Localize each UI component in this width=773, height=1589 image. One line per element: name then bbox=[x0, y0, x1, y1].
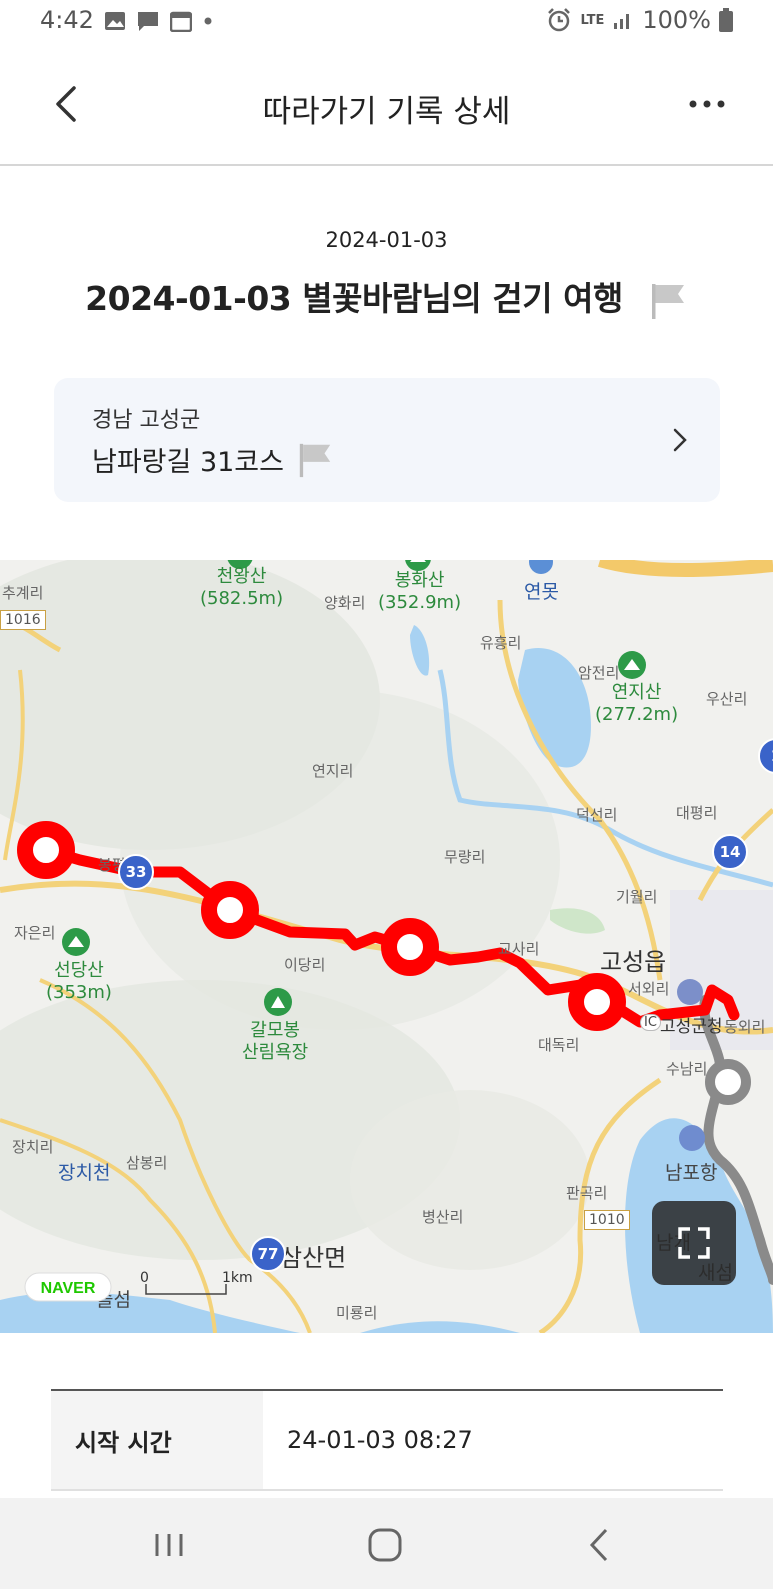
status-right: LTE 100% bbox=[546, 6, 733, 34]
map-label-mountain: 선당산 (353m) bbox=[46, 960, 112, 1003]
map-label-village: 미룡리 bbox=[336, 1304, 378, 1322]
record-title: 2024-01-03 별꽃바람님의 걷기 여행 bbox=[85, 279, 623, 318]
facility-icon bbox=[677, 979, 703, 1005]
mountain-icon bbox=[264, 988, 292, 1016]
map-label-village: 기월리 bbox=[616, 888, 658, 906]
map-label-pond: 연못 bbox=[524, 581, 559, 603]
map-label-village: 무량리 bbox=[444, 848, 486, 866]
fullscreen-button[interactable] bbox=[652, 1201, 736, 1285]
map-label-village: 덕선리 bbox=[576, 806, 618, 824]
map-label-village: 대평리 bbox=[676, 804, 718, 822]
map-label-mountain: 천왕산 (582.5m) bbox=[200, 566, 284, 609]
alarm-icon bbox=[548, 8, 571, 32]
page-title: 따라가기 기록 상세 bbox=[262, 94, 511, 130]
record-date: 2024-01-03 bbox=[325, 228, 448, 252]
mountain-icon bbox=[618, 651, 646, 679]
map-label-town: 삼산면 bbox=[280, 1244, 347, 1272]
map-label-mountain: 봉화산 (352.9m) bbox=[378, 570, 462, 613]
system-nav-bar bbox=[0, 1498, 773, 1589]
course-name: 남파랑길 31코스 bbox=[92, 447, 284, 478]
map-label-town: 고성읍 bbox=[600, 948, 667, 976]
gallery-icon bbox=[105, 12, 125, 30]
message-icon bbox=[138, 12, 158, 31]
route-waypoint-inactive bbox=[705, 1059, 751, 1105]
record-title-row: 2024-01-03 별꽃바람님의 걷기 여행 bbox=[0, 272, 773, 321]
route-waypoint bbox=[568, 973, 626, 1031]
map-scale: 0 1km bbox=[140, 1270, 260, 1304]
chevron-right-icon bbox=[673, 428, 687, 452]
map-label-village: 장치리 bbox=[12, 1138, 54, 1156]
flag-icon bbox=[651, 283, 684, 319]
map-label-village: 수남리 bbox=[666, 1060, 708, 1078]
map-label-village: 유흥리 bbox=[480, 634, 522, 652]
road-number: 1016 bbox=[0, 610, 46, 630]
route-waypoint bbox=[17, 821, 75, 879]
info-row: 시작 시간 24-01-03 08:27 bbox=[51, 1391, 723, 1491]
more-options-button[interactable] bbox=[685, 86, 729, 122]
map-label-village: 우산리 bbox=[706, 690, 748, 708]
nav-back-button[interactable] bbox=[576, 1522, 626, 1568]
flag-icon bbox=[299, 443, 331, 477]
map-label-village: 암전리 bbox=[578, 664, 620, 682]
map-label-village: 자은리 bbox=[14, 924, 56, 942]
map-label-village: 추계리 bbox=[2, 584, 44, 602]
route-waypoint bbox=[381, 918, 439, 976]
status-bar: 4:42 LTE 100% bbox=[0, 0, 773, 44]
map-label-village: 판곡리 bbox=[566, 1184, 608, 1202]
naver-logo: NAVER bbox=[24, 1272, 112, 1302]
notification-icons bbox=[104, 10, 214, 32]
record-info-table: 시작 시간 24-01-03 08:27 bbox=[51, 1389, 723, 1491]
map-label-port: 남포항 bbox=[665, 1162, 718, 1184]
scale-unit: 1km bbox=[222, 1270, 253, 1286]
map-label-village: 삼봉리 bbox=[126, 1154, 168, 1172]
scale-zero: 0 bbox=[140, 1270, 149, 1286]
signal-icon bbox=[614, 14, 630, 29]
road-number: 1010 bbox=[584, 1210, 630, 1230]
calendar-icon bbox=[170, 11, 192, 32]
course-card[interactable]: 경남 고성군 남파랑길 31코스 bbox=[54, 378, 720, 502]
naver-logo-text: NAVER bbox=[41, 1280, 96, 1297]
map-label-mountain: 연지산 (277.2m) bbox=[595, 682, 679, 725]
map-label-park: 갈모봉 산림욕장 bbox=[242, 1020, 309, 1063]
recent-apps-button[interactable] bbox=[144, 1522, 194, 1568]
info-key: 시작 시간 bbox=[51, 1391, 263, 1489]
map-label-village: 이당리 bbox=[284, 956, 326, 974]
status-time: 4:42 bbox=[40, 6, 94, 34]
water-icon bbox=[529, 560, 553, 574]
ic-badge: IC bbox=[640, 1014, 661, 1031]
info-value: 24-01-03 08:27 bbox=[287, 1426, 473, 1454]
dot-icon bbox=[204, 17, 212, 25]
road-number: 33 bbox=[118, 854, 154, 890]
app-bar: 따라가기 기록 상세 bbox=[0, 44, 773, 166]
map-label-village: 양화리 bbox=[324, 594, 366, 612]
map-label-stream: 장치천 bbox=[58, 1162, 111, 1184]
map-label-office: 고성군청 bbox=[660, 1017, 723, 1037]
map-label-village: 연지리 bbox=[312, 762, 354, 780]
course-name-row: 남파랑길 31코스 bbox=[92, 440, 334, 479]
map-label-village: 서외리 bbox=[628, 980, 670, 998]
road-number: 77 bbox=[250, 1236, 286, 1272]
home-button[interactable] bbox=[360, 1522, 410, 1568]
map-label-village: 교사리 bbox=[498, 940, 540, 958]
port-icon bbox=[679, 1125, 705, 1151]
map-label-village: 대독리 bbox=[538, 1036, 580, 1054]
battery-percent: 100% bbox=[642, 6, 711, 34]
course-region: 경남 고성군 bbox=[92, 408, 201, 433]
mountain-icon bbox=[62, 928, 90, 956]
expand-icon bbox=[678, 1227, 710, 1259]
network-type: LTE bbox=[580, 12, 605, 28]
route-waypoint bbox=[201, 881, 259, 939]
road-number: 14 bbox=[712, 834, 748, 870]
map-label-village: 병산리 bbox=[422, 1208, 464, 1226]
map-label-village: 동외리 bbox=[724, 1018, 766, 1036]
battery-icon bbox=[719, 8, 733, 32]
